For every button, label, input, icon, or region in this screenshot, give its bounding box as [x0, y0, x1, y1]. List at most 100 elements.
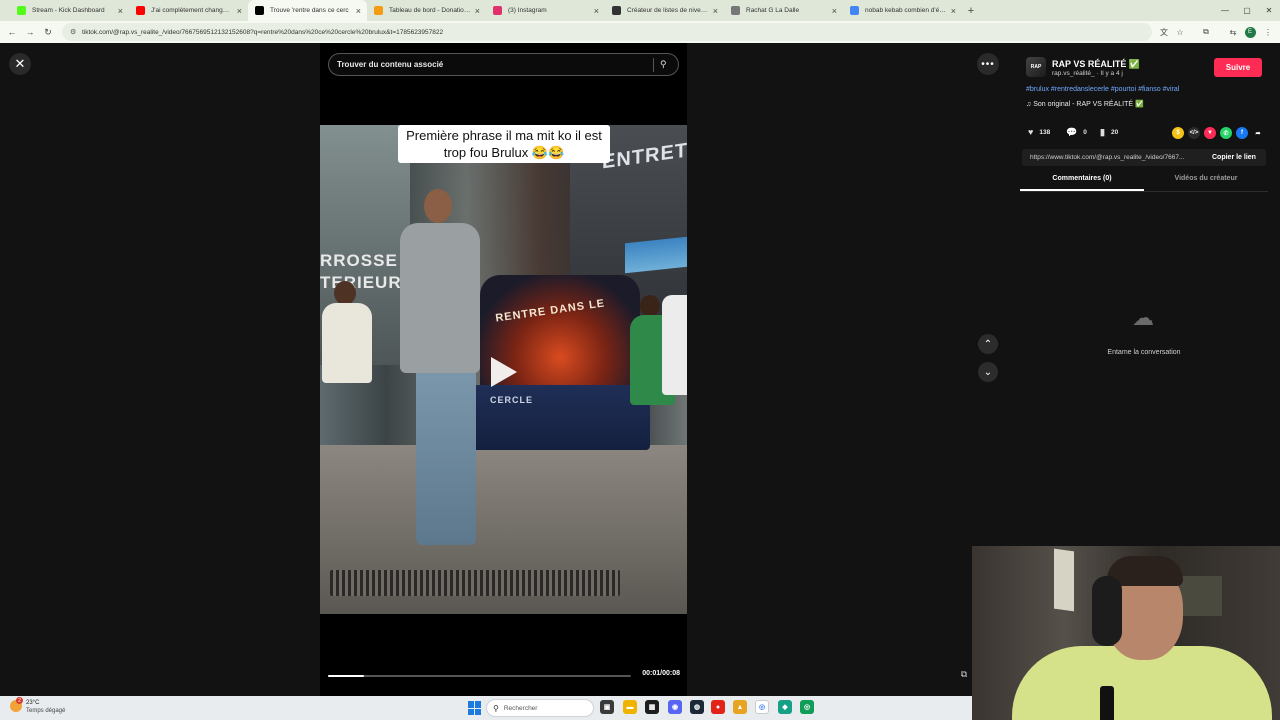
window-close-button[interactable]: ✕	[1258, 0, 1280, 21]
more-options-button[interactable]: •••	[977, 53, 999, 75]
coin-icon[interactable]: $	[1172, 127, 1184, 139]
search-icon[interactable]: ⚲	[660, 59, 678, 70]
chevron-down-icon: ⌄	[983, 366, 993, 378]
embed-icon[interactable]: </>	[1188, 127, 1200, 139]
account-handle[interactable]: rap.vs_réalité_ · Il y a 4 j	[1052, 70, 1123, 77]
facebook-icon[interactable]: f	[1236, 127, 1248, 139]
back-arrow-icon[interactable]: ←	[3, 23, 21, 41]
sidebar-icon[interactable]: ⇆	[1225, 24, 1241, 40]
weather-temperature[interactable]: 23°C	[26, 700, 39, 706]
search-input[interactable]: Trouver du contenu associé	[337, 60, 653, 69]
taskbar-search[interactable]: ⚲ Rechercher	[486, 699, 594, 717]
maximize-button[interactable]: ▢	[1236, 0, 1258, 21]
tab-close-icon[interactable]: ×	[237, 6, 242, 16]
tab-close-icon[interactable]: ×	[475, 6, 480, 16]
app-red-icon[interactable]: ●	[711, 700, 725, 714]
tab-close-icon[interactable]: ×	[713, 6, 718, 16]
sound-link[interactable]: ♫ Son original - RAP VS RÉALITÉ ✅	[1026, 100, 1144, 108]
search-icon: ⚲	[493, 703, 499, 713]
tab-favicon-icon	[374, 6, 383, 15]
video-link-url[interactable]: https://www.tiktok.com/@rap.vs_realite_/…	[1030, 154, 1200, 161]
browser-tab[interactable]: Rachat G La Dalle ×	[724, 0, 843, 21]
video-hashtags[interactable]: #brulux #rentredanslecerle #pourtoi #fia…	[1026, 86, 1179, 93]
comment-icon: 💬	[1066, 127, 1078, 137]
browser-tab[interactable]: Créateur de listes de niveaux p ×	[605, 0, 724, 21]
comment-button[interactable]: 💬 0	[1066, 127, 1087, 138]
terminal-icon[interactable]: ▦	[645, 700, 659, 714]
tab-favicon-icon	[731, 6, 740, 15]
avatar-text: RAP	[1030, 64, 1042, 70]
picture-in-picture-icon[interactable]: ⧉	[957, 667, 971, 681]
browser-menu-icon[interactable]: ⋮	[1260, 24, 1276, 40]
tab-close-icon[interactable]: ×	[356, 6, 361, 16]
copy-link-button[interactable]: Copier le lien	[1212, 154, 1256, 161]
save-button[interactable]: ▮ 20	[1100, 127, 1118, 138]
tab-close-icon[interactable]: ×	[594, 6, 599, 16]
video-frame[interactable]: ENTRETI RROSSE TERIEUR RENTRE DANS LE CE…	[320, 125, 687, 614]
app-green-icon[interactable]: ◆	[778, 700, 792, 714]
whatsapp-icon[interactable]: ✆	[1220, 127, 1232, 139]
next-video-button[interactable]: ⌄	[978, 362, 998, 382]
scene-sign-rrosse: RROSSE TERIEUR	[320, 251, 402, 292]
close-icon: ✕	[14, 56, 26, 71]
browser-tab-strip: Stream - Kick Dashboard × J'ai complètemen…	[0, 0, 1280, 21]
search-divider	[653, 57, 654, 72]
video-progress-fill	[328, 675, 365, 677]
extensions-icon[interactable]: ⧉	[1198, 24, 1214, 40]
browser-tab[interactable]: Stream - Kick Dashboard ×	[10, 0, 129, 21]
share-arrow-icon[interactable]: ➦	[1252, 127, 1264, 139]
weather-description[interactable]: Temps dégagé	[26, 708, 65, 714]
reload-icon[interactable]: ↻	[39, 23, 57, 41]
tab-close-icon[interactable]: ×	[832, 6, 837, 16]
repost-icon[interactable]: ▼	[1204, 127, 1216, 139]
steam-icon[interactable]: ◍	[690, 700, 704, 714]
task-view-icon[interactable]: ▣	[600, 700, 614, 714]
minimize-button[interactable]: —	[1214, 0, 1236, 21]
scene-person-head	[640, 295, 660, 317]
bookmark-star-icon[interactable]: ☆	[1172, 24, 1188, 40]
scene-drain	[330, 570, 620, 596]
url-field[interactable]: ⚙ tiktok.com/@rap.vs_realite_/video/7667…	[62, 23, 1152, 41]
webcam-headset	[1092, 576, 1122, 646]
tab-label: Trouve 'rentre dans ce cerc	[270, 7, 349, 14]
browser-tab[interactable]: J'ai complètement changé de v ×	[129, 0, 248, 21]
tab-favicon-icon	[17, 6, 26, 15]
tab-favicon-icon	[255, 6, 264, 15]
tab-favicon-icon	[850, 6, 859, 15]
tab-label: Stream - Kick Dashboard	[32, 7, 105, 14]
browser-tab[interactable]: Trouve 'rentre dans ce cerc ×	[248, 0, 367, 21]
translate-icon[interactable]: 文	[1156, 24, 1172, 40]
start-button[interactable]	[468, 701, 482, 715]
previous-video-button[interactable]: ⌃	[978, 334, 998, 354]
file-explorer-icon[interactable]: ▬	[623, 700, 637, 714]
account-avatar[interactable]: RAP	[1026, 57, 1046, 77]
scene-person	[322, 303, 372, 383]
tab-favicon-icon	[136, 6, 145, 15]
account-name[interactable]: RAP VS RÉALITÉ ✅	[1052, 59, 1140, 70]
chevron-up-icon: ⌃	[983, 338, 993, 350]
close-video-button[interactable]: ✕	[9, 53, 31, 75]
play-icon[interactable]	[491, 357, 517, 387]
tab-close-icon[interactable]: ×	[118, 6, 123, 16]
app-yellow-icon[interactable]: ▲	[733, 700, 747, 714]
tab-creator-videos[interactable]: Vidéos du créateur	[1144, 175, 1268, 191]
video-progress-bar[interactable]	[328, 675, 631, 677]
browser-tab[interactable]: Tableau de bord - DonationAle ×	[367, 0, 486, 21]
taskbar-search-placeholder: Rechercher	[503, 704, 538, 712]
chrome-profile-icon[interactable]: ◎	[800, 700, 814, 714]
discord-icon[interactable]: ◉	[668, 700, 682, 714]
new-tab-button[interactable]: +	[962, 0, 980, 21]
webcam-overlay	[972, 546, 1280, 720]
browser-tab[interactable]: (3) Instagram ×	[486, 0, 605, 21]
chrome-icon[interactable]: ◎	[755, 700, 769, 714]
save-count: 20	[1110, 129, 1119, 136]
site-info-icon[interactable]: ⚙	[70, 28, 78, 36]
profile-avatar[interactable]: E	[1242, 24, 1258, 40]
forward-arrow-icon[interactable]: →	[21, 23, 39, 41]
follow-button[interactable]: Suivre	[1214, 58, 1262, 77]
browser-tab[interactable]: nobab kebab combien d'établi ×	[843, 0, 962, 21]
tab-close-icon[interactable]: ×	[951, 6, 956, 16]
video-player[interactable]: Trouver du contenu associé ⚲ ENTRETI RRO…	[320, 43, 687, 696]
related-content-search[interactable]: Trouver du contenu associé ⚲	[328, 53, 679, 76]
like-button[interactable]: ♥ 138	[1028, 127, 1050, 137]
